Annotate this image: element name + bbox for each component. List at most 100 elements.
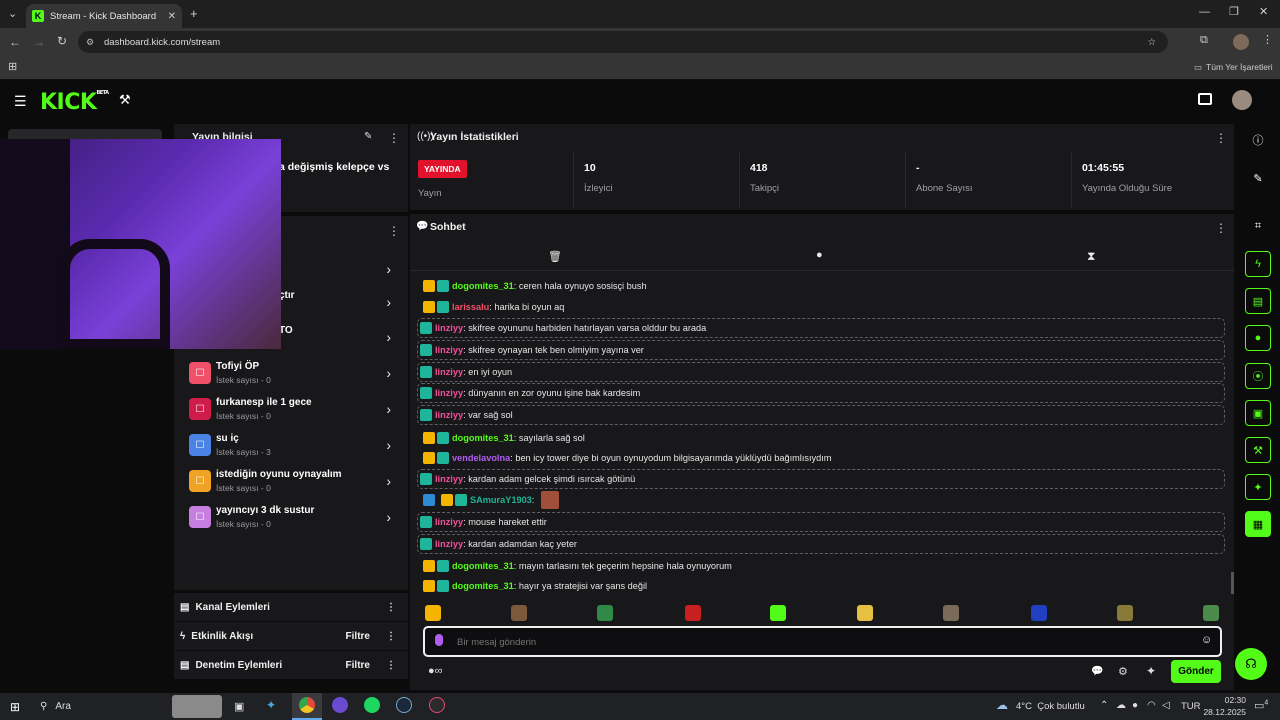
- chat-emote-icon[interactable]: 💬: [1091, 666, 1103, 677]
- reward-item[interactable]: ☐ Tofiyi ÖP İstek sayısı - 0 ›: [189, 359, 399, 389]
- emote-6[interactable]: [857, 605, 873, 621]
- activity-filter-button[interactable]: Filtre: [346, 631, 370, 642]
- minimize-icon[interactable]: —: [1199, 7, 1210, 18]
- weather-text[interactable]: 4°C Çok bulutlu: [1016, 701, 1085, 712]
- mod-actions-section[interactable]: ▤ Denetim Eylemleri Filtre ⋮: [174, 651, 408, 679]
- user-avatar[interactable]: [1232, 90, 1252, 110]
- chat-username[interactable]: linziyy: [435, 474, 463, 484]
- chat-message[interactable]: SAmuraY1903:: [417, 490, 1225, 510]
- chat-message[interactable]: dogomites_31: mayın tarlasını tek geçeri…: [417, 556, 1225, 576]
- volume-icon[interactable]: ◁: [1162, 700, 1170, 711]
- stats-more-icon[interactable]: ⋮: [1215, 131, 1227, 145]
- chat-message-input[interactable]: [457, 633, 1157, 651]
- chat-more-icon[interactable]: ⋮: [1215, 221, 1227, 235]
- hourglass-icon[interactable]: ⧗: [1087, 249, 1095, 264]
- microphone-icon[interactable]: [435, 634, 443, 646]
- new-tab-icon[interactable]: +: [190, 7, 198, 20]
- stream-info-more-icon[interactable]: ⋮: [388, 131, 400, 145]
- task-view-icon[interactable]: ▣: [234, 700, 244, 713]
- tray-mic-icon[interactable]: ●: [1132, 700, 1138, 711]
- extensions-puzzle-icon[interactable]: ⧉: [1200, 35, 1208, 46]
- chat-message[interactable]: linziyy: kardan adam gelcek şimdi ısırca…: [417, 469, 1225, 489]
- reward-item[interactable]: ☐ furkanesp ile 1 gece İstek sayısı - 0 …: [189, 395, 399, 425]
- emote-8[interactable]: [1031, 605, 1047, 621]
- chat-settings-gear-icon[interactable]: ⚙: [1118, 665, 1128, 678]
- chat-username[interactable]: larissalu: [452, 302, 489, 312]
- reward-item[interactable]: ☐ su iç İstek sayısı - 3 ›: [189, 431, 399, 461]
- tab-list-icon[interactable]: ⌄: [8, 9, 17, 20]
- chat-message[interactable]: linziyy: skifree oyununu harbiden hatırl…: [417, 318, 1225, 338]
- chat-message[interactable]: linziyy: mouse hareket ettir: [417, 512, 1225, 532]
- chat-username[interactable]: dogomites_31: [452, 433, 514, 443]
- send-button[interactable]: Gönder: [1171, 660, 1221, 683]
- chat-username[interactable]: vendelavolna: [452, 453, 510, 463]
- app-icon-1[interactable]: ✦: [266, 698, 276, 712]
- chat-username[interactable]: linziyy: [435, 539, 463, 549]
- clock-time[interactable]: 02:30: [1206, 695, 1246, 705]
- hammer-icon[interactable]: ⚒: [119, 92, 131, 108]
- apps-grid-icon[interactable]: ⊞: [8, 62, 17, 73]
- all-bookmarks[interactable]: ▭ Tüm Yer İşaretleri: [1194, 62, 1273, 73]
- emote-1[interactable]: [425, 605, 441, 621]
- chat-message[interactable]: larissalu: harika bi oyun aq: [417, 297, 1225, 317]
- wifi-icon[interactable]: ◠: [1147, 700, 1156, 711]
- chrome-menu-icon[interactable]: ⋮: [1262, 35, 1273, 46]
- emote-9[interactable]: [1117, 605, 1133, 621]
- chat-users-icon[interactable]: ✦: [1146, 664, 1156, 678]
- wrench-icon[interactable]: ⚒: [1245, 437, 1271, 463]
- trash-icon[interactable]: 🗑: [548, 250, 562, 263]
- taskbar-search[interactable]: ⚲ Ara: [30, 695, 170, 718]
- chat-username[interactable]: linziyy: [435, 517, 463, 527]
- channel-actions-section[interactable]: ▤ Kanal Eylemleri ⋮: [174, 593, 408, 621]
- emoji-icon[interactable]: ☺: [1201, 634, 1212, 646]
- back-icon[interactable]: ←: [9, 36, 21, 48]
- emote-2[interactable]: [511, 605, 527, 621]
- profile-avatar[interactable]: [1233, 34, 1249, 50]
- emote-7[interactable]: [943, 605, 959, 621]
- chat-icon[interactable]: ●: [1245, 325, 1271, 351]
- chat-message[interactable]: linziyy: skifree oynayan tek ben olmiyim…: [417, 340, 1225, 360]
- browser-tab[interactable]: K Stream - Kick Dashboard ✕: [26, 4, 182, 28]
- reload-icon[interactable]: ↻: [57, 35, 67, 47]
- chat-message[interactable]: dogomites_31: ceren hala oynuyo sosisçi …: [417, 276, 1225, 296]
- chat-username[interactable]: linziyy: [435, 388, 463, 398]
- rewards-more-icon[interactable]: ⋮: [388, 224, 400, 238]
- printer-icon[interactable]: ▣: [1245, 400, 1271, 426]
- chat-username[interactable]: linziyy: [435, 410, 463, 420]
- site-info-icon[interactable]: ⚙: [86, 37, 94, 48]
- chat-message[interactable]: linziyy: var sağ sol: [417, 405, 1225, 425]
- chat-username[interactable]: linziyy: [435, 367, 463, 377]
- chat-mode-icon[interactable]: ●: [816, 249, 823, 261]
- activity-feed-section[interactable]: ϟ Etkinlik Akışı Filtre ⋮: [174, 622, 408, 650]
- support-headset-icon[interactable]: ☊: [1235, 648, 1267, 680]
- chat-scrollbar[interactable]: [1231, 572, 1234, 594]
- channel-actions-more-icon[interactable]: ⋮: [386, 602, 396, 613]
- chat-username[interactable]: dogomites_31: [452, 281, 514, 291]
- kick-logo[interactable]: KICKBETA: [40, 90, 109, 115]
- emote-3[interactable]: [597, 605, 613, 621]
- restore-icon[interactable]: ❐: [1229, 7, 1239, 18]
- emote-5[interactable]: [770, 605, 786, 621]
- activity-more-icon[interactable]: ⋮: [386, 631, 396, 642]
- emote-10[interactable]: [1203, 605, 1219, 621]
- mod-more-icon[interactable]: ⋮: [386, 660, 396, 671]
- reward-item[interactable]: ☐ yayıncıyı 3 dk sustur İstek sayısı - 0…: [189, 503, 399, 533]
- chat-message[interactable]: dogomites_31: sayılarla sağ sol: [417, 428, 1225, 448]
- chat-username[interactable]: dogomites_31: [452, 581, 514, 591]
- chat-username[interactable]: SAmuraY1903: [470, 495, 532, 505]
- info-icon[interactable]: ⓘ: [1245, 127, 1271, 153]
- forward-icon[interactable]: →: [33, 36, 45, 48]
- broadcast-side-icon[interactable]: ⦿: [1245, 363, 1271, 389]
- clapper-icon[interactable]: ▦: [1245, 511, 1271, 537]
- chat-message[interactable]: dogomites_31: hayır ya stratejisi var şa…: [417, 576, 1225, 596]
- reward-item[interactable]: ☐ istediğin oyunu oynayalım İstek sayısı…: [189, 467, 399, 497]
- app-icon-2[interactable]: [332, 697, 348, 713]
- chat-input-box[interactable]: ☺: [423, 626, 1222, 657]
- hamburger-menu-icon[interactable]: ☰: [14, 93, 27, 110]
- mod-filter-button[interactable]: Filtre: [346, 660, 370, 671]
- lightning-icon[interactable]: ϟ: [1245, 251, 1271, 277]
- steam-icon[interactable]: [396, 697, 412, 713]
- notifications-icon[interactable]: ▭4: [1254, 699, 1268, 712]
- chat-username[interactable]: linziyy: [435, 345, 463, 355]
- tray-chevron-icon[interactable]: ⌃: [1100, 700, 1108, 711]
